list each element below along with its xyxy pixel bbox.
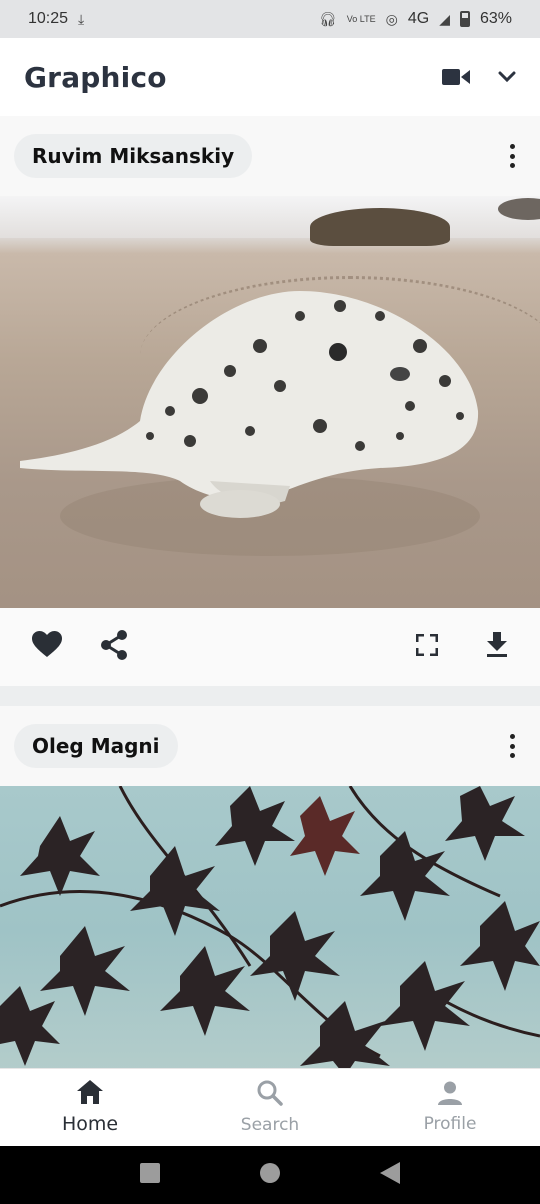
status-time: 10:25 xyxy=(28,10,69,27)
nav-item-home[interactable]: Home xyxy=(0,1080,180,1135)
fullscreen-icon[interactable] xyxy=(415,633,439,661)
share-icon[interactable] xyxy=(100,629,128,665)
home-icon xyxy=(77,1080,103,1109)
download-done-icon: ⤓ xyxy=(78,10,85,27)
post-image[interactable] xyxy=(0,196,540,608)
person-icon xyxy=(438,1081,462,1110)
system-nav-bar xyxy=(0,1146,540,1204)
post-actions xyxy=(0,608,540,686)
video-camera-icon[interactable] xyxy=(442,67,470,87)
heart-icon[interactable] xyxy=(32,631,62,663)
author-chip[interactable]: Ruvim Miksanskiy xyxy=(14,134,253,178)
search-icon xyxy=(257,1080,283,1111)
post-header: Ruvim Miksanskiy xyxy=(0,116,540,196)
post-image[interactable] xyxy=(0,786,540,1076)
network-type: 4G xyxy=(407,10,430,27)
signal-icon: ◢ xyxy=(439,10,450,27)
download-icon[interactable] xyxy=(486,631,508,663)
more-vert-icon[interactable] xyxy=(500,141,524,171)
home-button[interactable] xyxy=(260,1162,280,1188)
back-button[interactable] xyxy=(380,1161,400,1189)
seal-illustration xyxy=(20,291,480,556)
post-card: Ruvim Miksanskiy xyxy=(0,116,540,686)
nav-item-profile[interactable]: Profile xyxy=(360,1081,540,1134)
bottom-nav: Home Search Profile xyxy=(0,1068,540,1146)
nav-item-search[interactable]: Search xyxy=(180,1080,360,1135)
post-header: Oleg Magni xyxy=(0,706,540,786)
author-chip[interactable]: Oleg Magni xyxy=(14,724,178,768)
nav-label-profile: Profile xyxy=(423,1114,477,1134)
battery-icon xyxy=(459,11,470,27)
recents-button[interactable] xyxy=(140,1162,160,1188)
nav-label-search: Search xyxy=(240,1115,300,1135)
leaves-illustration xyxy=(0,786,540,1076)
volte-label: Vo LTE xyxy=(346,13,376,24)
hotspot-icon: ◎ xyxy=(385,10,398,27)
app-title: Graphico xyxy=(24,60,167,94)
chevron-down-icon[interactable] xyxy=(498,71,516,83)
headphones-icon: 🎧︎ xyxy=(318,10,337,27)
app-bar: Graphico xyxy=(0,38,540,116)
battery-percent: 63% xyxy=(479,10,512,27)
status-bar: 10:25 ⤓ 🎧︎ Vo LTE ◎ 4G ◢ 63% xyxy=(0,0,540,38)
more-vert-icon[interactable] xyxy=(500,731,524,761)
nav-label-home: Home xyxy=(61,1113,119,1135)
post-card: Oleg Magni xyxy=(0,706,540,1076)
